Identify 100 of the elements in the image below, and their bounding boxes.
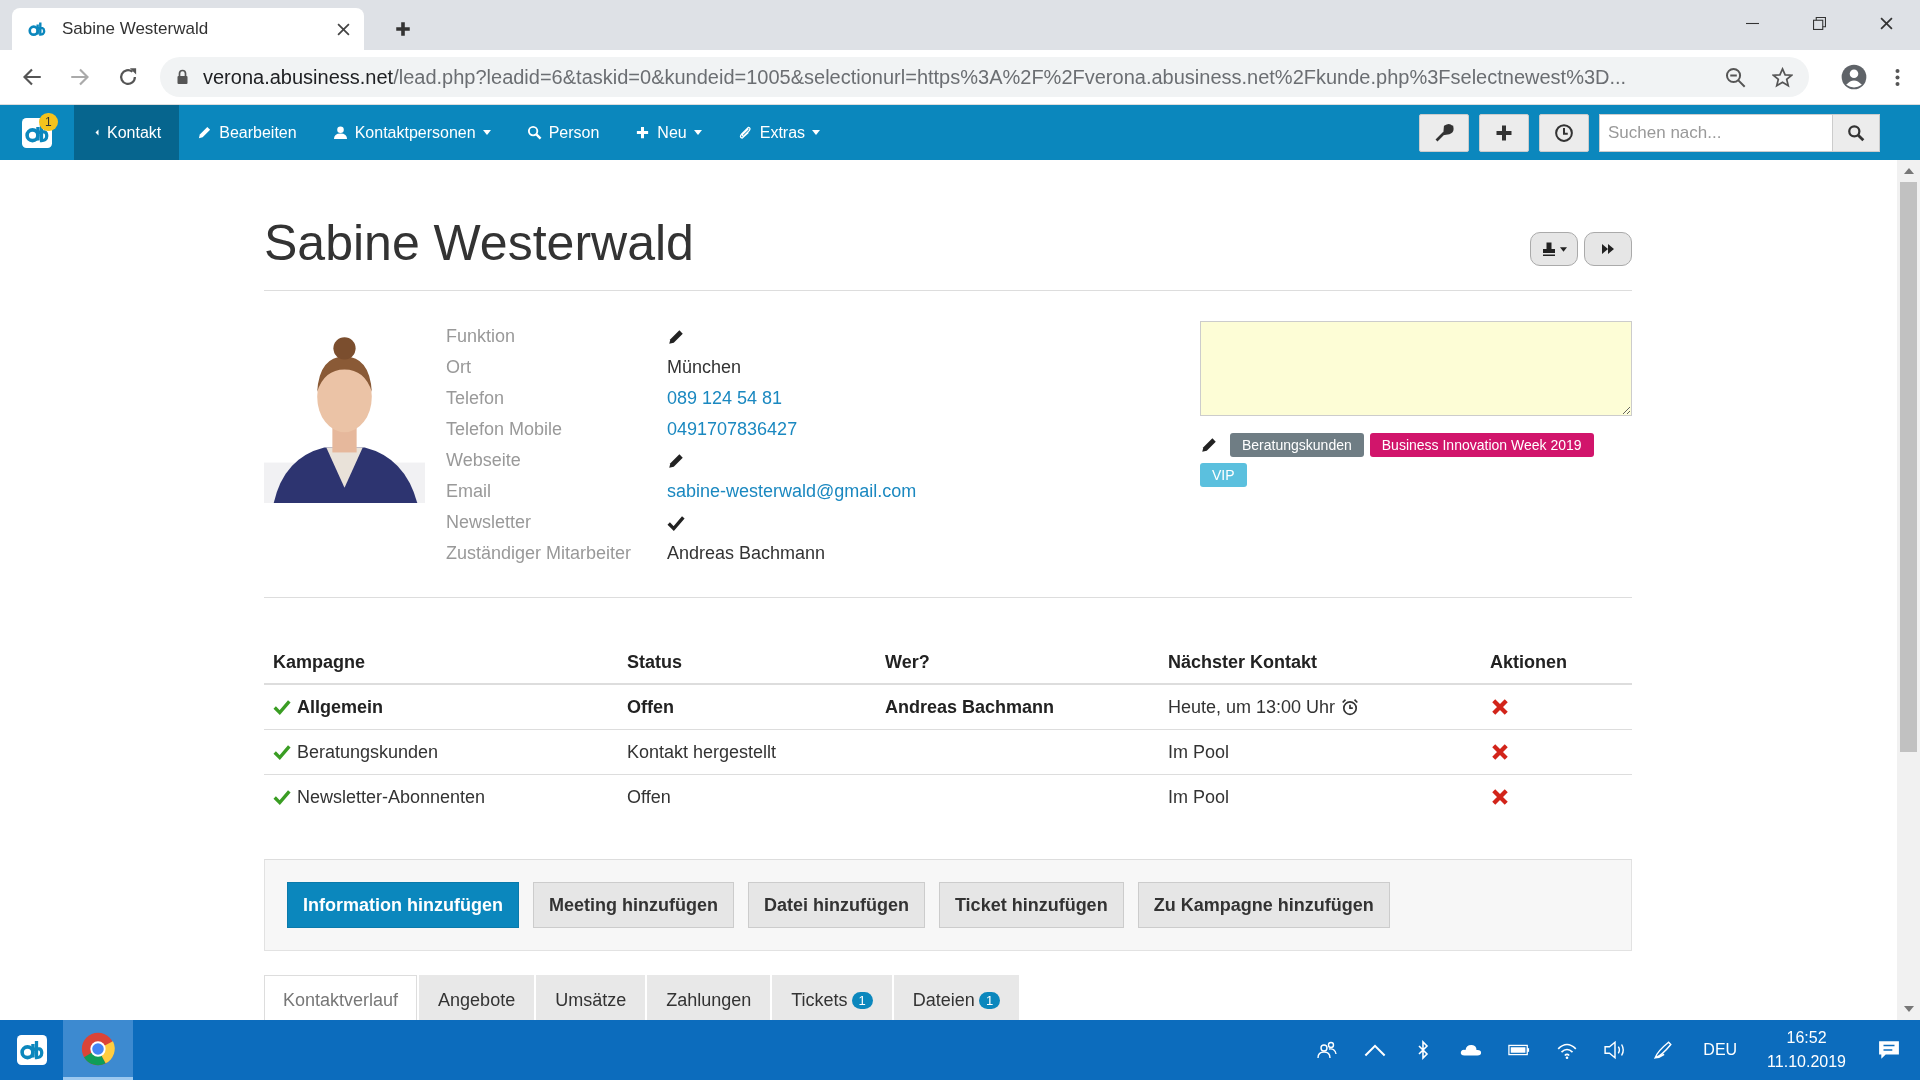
url-text: verona.abusiness.net/lead.php?leadid=6&taskid=0&kundeid=1005&selectionurl=https%3A%2F%2Fverona.abusiness.net%2Fkunde.php%3Fselectnewest%3D... [203,65,1627,89]
pencil-icon[interactable] [667,327,685,346]
notification-icon[interactable] [1878,1040,1900,1060]
fast-forward-icon [1600,241,1616,257]
search-field[interactable]: Suchen nach... [1599,113,1832,152]
close-icon[interactable] [337,22,350,36]
menu-icon[interactable] [1895,67,1900,87]
page-title: Sabine Westerwald [264,218,694,268]
tab[interactable]: Tickets 1 [772,975,892,1020]
field-label: Zuständiger Mitarbeiter [446,542,633,565]
nav-item[interactable]: Extras [719,105,839,160]
caret-icon [1560,246,1567,252]
table-cell: Newsletter-Abonnenten [297,786,486,808]
taskbar-button[interactable] [63,1020,133,1080]
notification-badge: 1 [39,113,58,131]
clock[interactable]: 16:52 11.10.2019 [1767,1026,1846,1074]
field-label: Telefon Mobile [446,418,564,441]
pencil-icon[interactable] [667,451,685,470]
lock-icon [176,69,189,85]
action-button[interactable]: Meeting hinzufügen [532,882,734,928]
action-button[interactable]: Zu Kampagne hinzufügen [1137,882,1390,928]
next-button[interactable] [1584,232,1632,266]
browser-tab[interactable]: Sabine Westerwald [12,8,364,50]
tag: Business Innovation Week 2019 [1369,433,1594,457]
field-label: Funktion [446,325,517,348]
zoom-icon[interactable] [1725,66,1746,88]
paperclip-icon [737,125,753,140]
delete-icon[interactable] [1490,697,1510,717]
address-bar[interactable]: verona.abusiness.net/lead.php?leadid=6&taskid=0&kundeid=1005&selectionurl=https%3A%2F%2Fverona.abusiness.net%2Fkunde.php%3Fselectnewest%3D... [160,57,1809,97]
field-label: Telefon [446,387,506,410]
pencil-icon[interactable] [1200,436,1218,454]
table-cell: Offen [627,696,674,717]
pen-icon[interactable] [1652,1040,1675,1060]
table-cell: Beratungskunden [297,741,439,763]
search-button[interactable] [1832,113,1880,152]
app-taskbar-icon[interactable] [16,1035,47,1065]
field-value: Andreas Bachmann [667,543,826,564]
field-value: München [667,357,742,378]
table-cell: Im Pool [1168,786,1230,808]
plus-icon [635,125,651,140]
tab-title: Sabine Westerwald [62,19,210,39]
tab[interactable]: Dateien 1 [893,975,1020,1020]
account-icon[interactable] [1841,64,1867,90]
delete-icon[interactable] [1490,742,1510,762]
tag: VIP [1200,463,1247,487]
stamp-dropdown-button[interactable] [1530,232,1578,266]
action-button[interactable]: Datei hinzufügen [747,882,925,928]
field-link[interactable]: sabine-westerwald@gmail.com [667,481,917,502]
table-cell: Heute, um 13:00 Uhr [1168,696,1336,718]
count-badge: 1 [978,991,1001,1009]
table-cell: Andreas Bachmann [885,696,1055,717]
check-icon [273,743,291,761]
speaker-icon[interactable] [1604,1040,1627,1060]
nav-item[interactable]: Person [508,105,618,160]
bookmark-star-icon[interactable] [1772,66,1793,88]
field-label: Email [446,480,492,503]
tab[interactable]: Angebote [419,975,535,1020]
people-icon[interactable] [1316,1040,1339,1060]
table-cell: Allgemein [297,696,384,718]
field-label: Webseite [446,449,522,472]
column-header: Aktionen [1481,642,1632,684]
nav-item[interactable]: Neu [617,105,720,160]
scrollbar[interactable] [1897,160,1920,1020]
column-header: Wer? [876,642,1159,684]
table-cell: Im Pool [1168,741,1230,763]
field-label: Newsletter [446,511,533,534]
column-header: Status [618,642,876,684]
note-field[interactable] [1200,321,1632,416]
reload-icon[interactable] [118,67,138,87]
back-icon[interactable] [22,67,42,87]
history-button[interactable] [1539,113,1589,152]
settings-button[interactable] [1419,113,1469,152]
delete-icon[interactable] [1490,787,1510,807]
table-cell: Kontakt hergestellt [627,741,777,762]
field-link[interactable]: 089 124 54 81 [667,388,783,409]
tab[interactable]: Zahlungen [647,975,771,1020]
stamp-icon [1541,241,1557,257]
tab[interactable]: Kontaktverlauf [264,975,418,1020]
language-indicator[interactable]: DEU [1703,1041,1738,1059]
check-icon [273,698,291,716]
pencil-icon [197,125,213,140]
column-header: Kampagne [264,642,618,684]
action-button[interactable]: Information hinzufügen [287,882,519,928]
add-button[interactable] [1479,113,1529,152]
search-icon [526,125,542,140]
field-link[interactable]: 0491707836427 [667,419,798,440]
nav-item[interactable]: Bearbeiten [179,105,315,160]
search-icon [1847,123,1865,142]
nav-item[interactable]: Kontaktpersonen [314,105,509,160]
nav-item[interactable]: Kontakt [74,105,180,160]
action-button[interactable]: Ticket hinzufügen [938,882,1124,928]
table-cell: Offen [627,786,671,807]
count-badge: 1 [851,991,873,1009]
close-icon[interactable] [1880,17,1893,30]
tab[interactable]: Umsätze [536,975,646,1020]
browser-icon [81,1031,115,1066]
new-tab-icon[interactable] [394,20,412,38]
tag: Beratungskunden [1230,433,1364,457]
column-header: Nächster Kontakt [1159,642,1481,684]
restore-icon[interactable] [1813,17,1826,30]
